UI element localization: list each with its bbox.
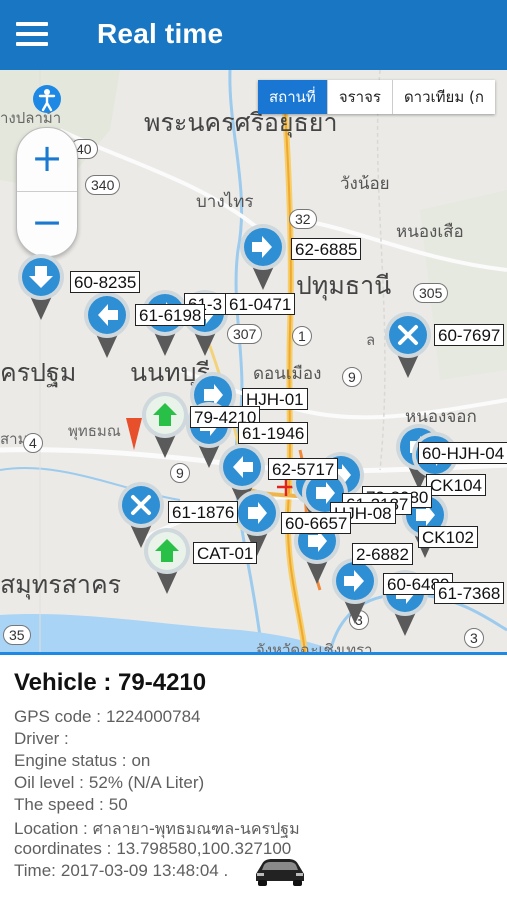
map-label-nakhon-pathom: ครปฐม <box>0 358 77 387</box>
route-shield: 307 <box>227 324 263 344</box>
page-title: Real time <box>97 18 224 49</box>
map-label-samut-sakhon: สมุทรสาคร <box>0 570 122 599</box>
vehicle-label[interactable]: 60-6657 <box>281 512 352 534</box>
street-view-pegman-icon[interactable] <box>32 84 62 114</box>
vehicle-label[interactable]: 61-7368 <box>434 582 505 604</box>
map-label-wang-noi: วังน้อย <box>340 174 390 194</box>
map-type-traffic[interactable]: จราจร <box>326 80 392 114</box>
info-value: 52% (N/A Liter) <box>88 773 205 792</box>
info-value: on <box>131 751 151 770</box>
vehicle-marker-icon[interactable] <box>383 310 433 380</box>
info-value: 2017-03-09 13:48:04 . <box>60 861 229 880</box>
map-label-phutthamonthon: พุทธมณ <box>68 422 121 440</box>
info-label: Location : <box>14 819 88 838</box>
info-label: GPS code : <box>14 707 101 726</box>
vehicle-marker-icon[interactable] <box>142 526 192 596</box>
info-label: The speed : <box>14 795 104 814</box>
info-label: coordinates : <box>14 839 112 858</box>
route-shield: 340 <box>85 175 121 195</box>
map-label-bang-sai: บางไทร <box>196 192 254 212</box>
vehicle-label[interactable]: 60-HJH-04 <box>418 442 507 464</box>
vehicle-label[interactable]: CK102 <box>418 526 478 548</box>
route-shield: 35 <box>3 625 31 645</box>
info-row-time: Time: 2017-03-09 13:48:04 . <box>14 861 228 881</box>
zoom-in-button[interactable]: + <box>17 128 77 192</box>
vehicle-marker-icon[interactable] <box>238 222 288 292</box>
info-row-engine: Engine status : on <box>14 751 150 771</box>
vehicle-marker-icon[interactable] <box>330 556 380 626</box>
map-label-pathum-thani: ปทุมธานี <box>296 271 392 300</box>
vehicle-label[interactable]: 61-1876 <box>168 501 239 523</box>
vehicle-marker-icon[interactable] <box>82 290 132 360</box>
route-shield: 32 <box>289 209 317 229</box>
vehicle-label[interactable]: CK104 <box>426 474 486 496</box>
info-row-driver: Driver : <box>14 729 74 749</box>
route-shield: 1 <box>292 326 312 346</box>
vehicle-label[interactable]: CAT-01 <box>193 542 258 564</box>
vehicle-marker-icon[interactable] <box>16 252 66 322</box>
map-label-lo: ล <box>366 331 376 349</box>
vehicle-label[interactable]: 61-1946 <box>238 422 309 444</box>
info-value: 1224000784 <box>105 707 201 726</box>
vehicle-title: Vehicle : 79-4210 <box>14 669 207 696</box>
info-value: 50 <box>108 795 128 814</box>
vehicle-label[interactable]: 62-6885 <box>291 238 362 260</box>
map-label-chachoengsao: จังหวัดฉะเชิงเทรา <box>256 641 373 652</box>
info-label: Time: <box>14 861 56 880</box>
map-type-selector: สถานที่ จราจร ดาวเทียม (ก <box>258 80 495 114</box>
zoom-control: + − <box>16 127 78 257</box>
vehicle-label[interactable]: 60-8235 <box>70 271 141 293</box>
vehicle-label[interactable]: 61-0471 <box>225 293 296 315</box>
info-value: ศาลายา-พุทธมณฑล-นครปฐม <box>92 819 300 838</box>
map-type-places[interactable]: สถานที่ <box>258 80 327 114</box>
map-view[interactable]: พระนครศรีอยุธยา ปทุมธานี นนทบุรี ครปฐม ส… <box>0 70 507 652</box>
menu-icon[interactable] <box>16 22 48 46</box>
map-type-satellite[interactable]: ดาวเทียม (ก <box>391 80 495 114</box>
vehicle-label[interactable]: 2-6882 <box>352 543 413 565</box>
vehicle-label[interactable]: 60-7697 <box>434 324 505 346</box>
vehicle-info-panel: Vehicle : 79-4210 GPS code :1224000784 D… <box>0 652 507 903</box>
info-label: Driver : <box>14 729 69 748</box>
zoom-out-button[interactable]: − <box>17 192 77 255</box>
car-icon <box>252 856 308 886</box>
info-row-oil: Oil level :52% (N/A Liter) <box>14 773 204 793</box>
map-label-nong-suea: หนองเสือ <box>396 222 464 242</box>
vehicle-label[interactable]: 61-6198 <box>135 304 206 326</box>
route-shield: 9 <box>342 367 362 387</box>
info-label: Engine status : <box>14 751 127 770</box>
route-shield: 3 <box>464 628 484 648</box>
info-row-coordinates: coordinates :13.798580,100.327100 <box>14 839 291 859</box>
info-row-speed: The speed :50 <box>14 795 128 815</box>
app-bar: Real time <box>0 0 507 70</box>
route-shield: 305 <box>413 283 449 303</box>
vehicle-label[interactable]: 62-5717 <box>268 458 339 480</box>
route-shield: 4 <box>23 433 43 453</box>
map-label-don-mueang: ดอนเมือง <box>253 364 322 384</box>
vehicle-marker-icon[interactable] <box>140 390 190 460</box>
info-label: Oil level : <box>14 773 84 792</box>
info-row-gps: GPS code :1224000784 <box>14 707 200 727</box>
